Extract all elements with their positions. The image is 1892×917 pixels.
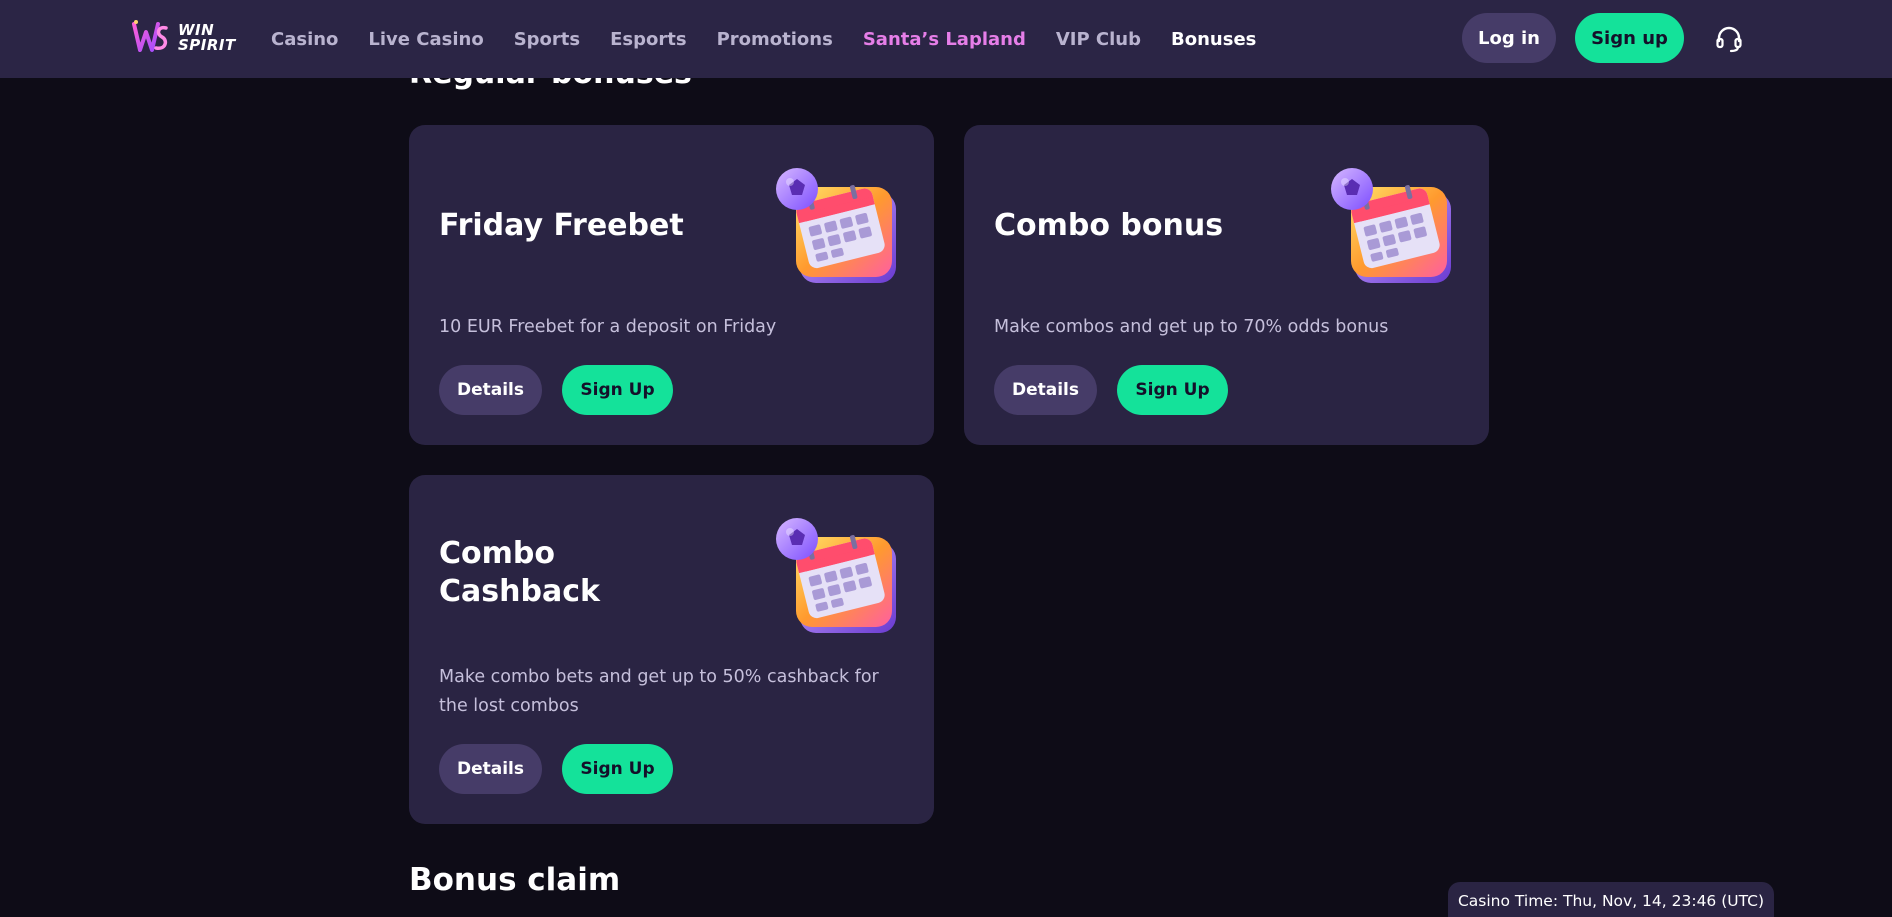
card-title: Combo bonus <box>994 208 1224 243</box>
bonus-card-combo-bonus: Combo bonus Make combos and get up to 70… <box>964 125 1489 445</box>
nav-vip-club[interactable]: VIP Club <box>1056 29 1141 50</box>
headset-icon[interactable] <box>1714 24 1744 54</box>
casino-time-badge: Casino Time: Thu, Nov, 14, 23:46 (UTC) <box>1448 882 1774 917</box>
sign-up-button[interactable]: Sign Up <box>562 744 673 794</box>
login-button[interactable]: Log in <box>1462 13 1556 63</box>
section-title-bonus-claim: Bonus claim <box>409 862 621 898</box>
nav-santas-lapland[interactable]: Santa’s Lapland <box>863 29 1026 50</box>
bonus-card-combo-cashback: Combo Cashback Make combo bets and get u… <box>409 475 934 824</box>
card-description: Make combos and get up to 70% odds bonus <box>994 317 1389 337</box>
nav-promotions[interactable]: Promotions <box>717 29 833 50</box>
nav-live-casino[interactable]: Live Casino <box>368 29 483 50</box>
main-nav: Casino Live Casino Sports Esports Promot… <box>271 0 1286 78</box>
calendar-football-icon <box>776 168 896 283</box>
card-title: Friday Freebet <box>439 208 684 243</box>
nav-esports[interactable]: Esports <box>610 29 686 50</box>
calendar-football-icon <box>1331 168 1451 283</box>
top-header: WIN SPIRIT Casino Live Casino Sports Esp… <box>0 0 1892 78</box>
winspirit-logo[interactable]: WIN SPIRIT <box>128 14 236 62</box>
card-description: 10 EUR Freebet for a deposit on Friday <box>439 317 777 337</box>
logo-line2: SPIRIT <box>178 36 236 54</box>
signup-button[interactable]: Sign up <box>1575 13 1684 63</box>
details-button[interactable]: Details <box>439 744 542 794</box>
details-button[interactable]: Details <box>994 365 1097 415</box>
calendar-football-icon <box>776 518 896 633</box>
logo-text: WIN SPIRIT <box>178 23 236 53</box>
nav-sports[interactable]: Sports <box>514 29 580 50</box>
sign-up-button[interactable]: Sign Up <box>1117 365 1228 415</box>
nav-bonuses[interactable]: Bonuses <box>1171 29 1256 50</box>
details-button[interactable]: Details <box>439 365 542 415</box>
logo-mark-icon <box>132 20 168 52</box>
card-title: Combo Cashback <box>439 536 600 609</box>
bonus-card-friday-freebet: Friday Freebet 10 EUR Freebet for a depo… <box>409 125 934 445</box>
sign-up-button[interactable]: Sign Up <box>562 365 673 415</box>
card-description: Make combo bets and get up to 50% cashba… <box>439 667 879 716</box>
nav-casino[interactable]: Casino <box>271 29 338 50</box>
